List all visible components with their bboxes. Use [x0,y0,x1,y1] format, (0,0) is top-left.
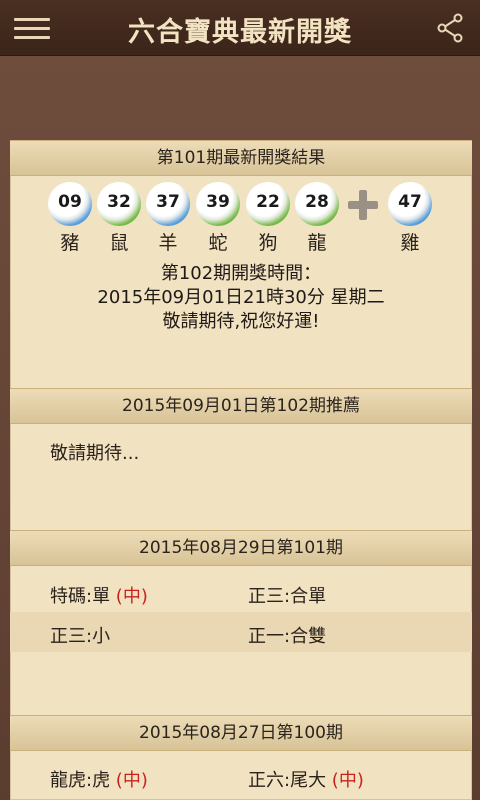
zodiac-2: 鼠 [109,232,129,254]
period-100-cell-1: 龍虎:虎 (中) [50,766,148,792]
zodiac-1: 豬 [60,232,80,254]
cell-text: 正六:尾大 [248,770,332,791]
app-bar: 六合寶典最新開獎 [0,0,480,56]
results-card: 第101期最新開獎結果 09 32 37 39 22 28 47 豬 鼠 羊 蛇… [10,140,472,800]
period-101-cell-2: 正三:合單 [248,586,327,607]
next-draw-time: 2015年09月01日21時30分 星期二 [97,287,385,308]
zodiac-4: 蛇 [208,232,228,254]
zodiac-5: 狗 [258,232,278,254]
good-luck-text: 敬請期待,祝您好運! [162,311,320,332]
app-title: 六合寶典最新開獎 [128,17,352,48]
cell-text: 特碼:單 [50,586,116,607]
ball-3: 37 [146,182,190,226]
hit-tag: (中) [115,586,148,607]
zodiac-3: 羊 [158,232,178,254]
share-icon[interactable] [434,12,466,44]
period-101-cell-4: 正一:合雙 [248,626,327,647]
next-draw-info: 第102期開獎時間： 2015年09月01日21時30分 星期二 敬請期待,祝您… [10,262,472,334]
ball-1: 09 [48,182,92,226]
recommend-header: 2015年09月01日第102期推薦 [10,388,472,424]
period-101-row-2: 正三:小 正一:合雙 [10,612,472,652]
special-ball: 47 [388,182,432,226]
cell-text: 龍虎:虎 [50,770,116,791]
period-101-cell-3: 正三:小 [50,626,111,647]
period-101-header[interactable]: 2015年08月29日第101期 [10,530,472,566]
plus-icon [346,188,380,222]
ball-2: 32 [97,182,141,226]
period-101-row-1: 特碼:單 (中) 正三:合單 [10,572,472,612]
latest-draw-header: 第101期最新開獎結果 [10,140,472,176]
ball-5: 22 [246,182,290,226]
period-100-header[interactable]: 2015年08月27日第100期 [10,715,472,751]
period-100-cell-2: 正六:尾大 (中) [248,766,364,792]
next-draw-label: 第102期開獎時間： [160,263,322,284]
ball-4: 39 [196,182,240,226]
zodiac-6: 龍 [307,232,327,254]
recommend-text: 敬請期待... [50,443,140,464]
ball-6: 28 [295,182,339,226]
period-101-cell-1: 特碼:單 (中) [50,582,148,608]
hit-tag: (中) [115,770,148,791]
zodiac-special: 雞 [400,232,420,254]
period-100-row-1: 龍虎:虎 (中) 正六:尾大 (中) [10,756,472,796]
hit-tag: (中) [331,770,364,791]
latest-balls: 09 32 37 39 22 28 47 豬 鼠 羊 蛇 狗 龍 雞 [10,182,472,254]
